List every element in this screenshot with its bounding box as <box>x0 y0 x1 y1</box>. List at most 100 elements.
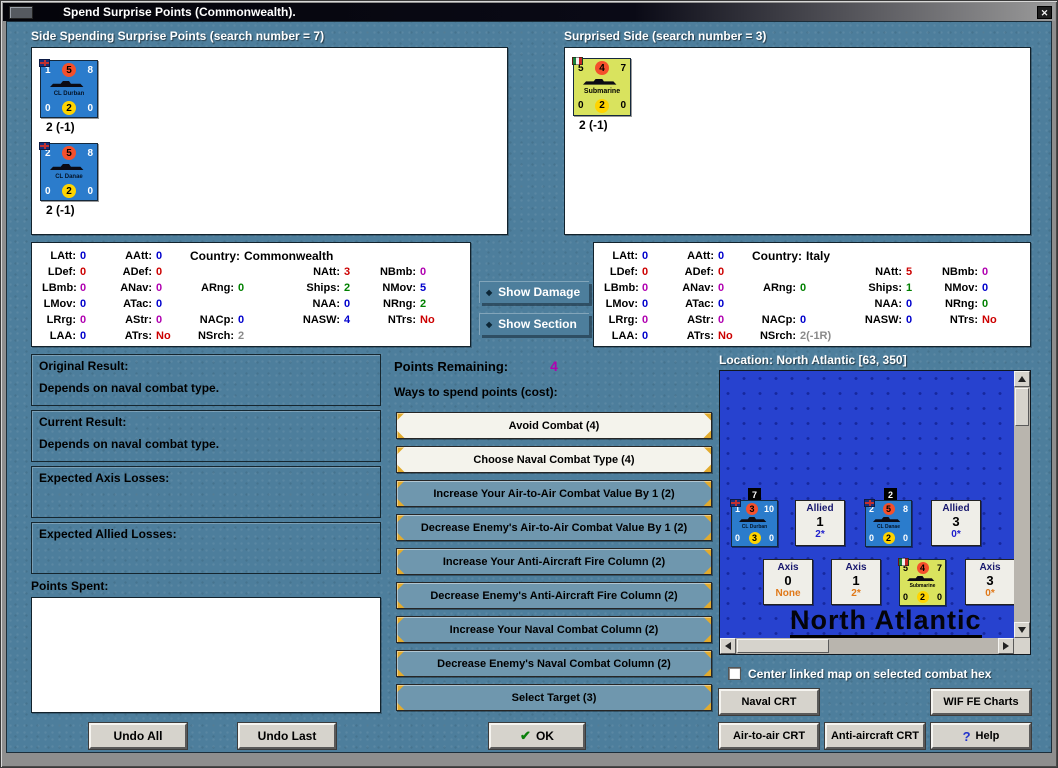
counter-bottom-values: 020 <box>869 532 908 544</box>
counter-bottom-values: 020 <box>903 591 942 603</box>
select-target-3-button[interactable]: Select Target (3) <box>396 684 712 711</box>
stat-nsrch: NSrch: 2 <box>197 330 245 342</box>
axis-1-combat-box: Axis 1 2* <box>831 559 881 605</box>
uk-flag-icon <box>39 59 50 67</box>
combat-box-value: 1 <box>816 514 824 529</box>
stat-lmov: LMov: 0 <box>605 298 649 310</box>
stat-ntrs: NTrs: No <box>949 314 997 326</box>
stat-nrng: NRng: 2 <box>383 298 427 310</box>
show-damage-toggle[interactable]: ◆ Show Damage <box>479 281 589 303</box>
stat-ntrs: NTrs: No <box>387 314 435 326</box>
undo-all-button[interactable]: Undo All <box>89 723 187 749</box>
unit-caption: 2 (-1) <box>46 203 75 217</box>
unit-counter-cl-danae[interactable]: 2 5 8 CL Danae 0 2 0 <box>39 142 98 201</box>
stat-country: Country: Commonwealth <box>190 249 334 263</box>
scroll-down-icon[interactable] <box>1014 622 1030 638</box>
location-label: Location: North Atlantic [63, 350] <box>719 353 907 367</box>
ship-silhouette-icon <box>873 517 901 522</box>
unit-name: Submarine <box>583 88 621 96</box>
decrease-enemy-s-anti-aircraft-fire-column-2-button[interactable]: Decrease Enemy's Anti-Aircraft Fire Colu… <box>396 582 712 609</box>
decrease-enemy-s-air-to-air-combat-value-by-1-2-button[interactable]: Decrease Enemy's Air-to-Air Combat Value… <box>396 514 712 541</box>
ship-silhouette-icon <box>50 81 84 87</box>
italy-flag-icon <box>898 558 909 566</box>
expected-allied-losses-title: Expected Allied Losses: <box>39 527 177 541</box>
show-section-toggle[interactable]: ◆ Show Section <box>479 313 589 335</box>
points-remaining: Points Remaining: 4 <box>394 358 558 374</box>
map-horizontal-scrollbar[interactable] <box>720 638 1014 654</box>
uk-flag-icon <box>39 142 50 150</box>
stat-nbmb: NBmb: 0 <box>941 266 989 278</box>
allied-3-combat-box: Allied 3 0* <box>931 500 981 546</box>
combat-box-sub: None <box>775 588 801 599</box>
stat-nmov: NMov: 5 <box>382 282 427 294</box>
ok-button[interactable]: ✔ OK <box>489 723 585 749</box>
increase-your-anti-aircraft-fire-column-2-button[interactable]: Increase Your Anti-Aircraft Fire Column … <box>396 548 712 575</box>
map-vertical-scrollbar[interactable] <box>1014 371 1030 638</box>
expected-allied-losses-box: Expected Allied Losses: <box>31 522 381 574</box>
current-result-title: Current Result: <box>39 415 127 429</box>
stat-ldef: LDef: 0 <box>47 266 87 278</box>
stat-lrrg: LRrg: 0 <box>46 314 87 326</box>
unit-counter-cl-durban[interactable]: 1 3 10 CL Durban 0 3 0 <box>730 499 778 547</box>
points-remaining-label: Points Remaining: <box>394 359 509 374</box>
toggle-diamond-icon: ◆ <box>486 287 493 297</box>
scroll-left-icon[interactable] <box>720 638 736 654</box>
axis-3-combat-box: Axis 3 0* <box>965 559 1014 605</box>
stat-arng: ARng: 0 <box>763 282 807 294</box>
increase-your-naval-combat-column-2-button[interactable]: Increase Your Naval Combat Column (2) <box>396 616 712 643</box>
map-view[interactable]: North Atlantic 7 2 Allied 1 2* Allied 3 0* Axis 0… <box>720 371 1014 638</box>
stat-naa: NAA: 0 <box>312 298 351 310</box>
surprised-units-list[interactable]: 5 4 7 Submarine 0 2 0 2 (-1) <box>564 47 1031 235</box>
counter-top-values: 547 <box>578 61 626 75</box>
counter-bottom-values: 020 <box>45 101 93 115</box>
italy-flag-icon <box>572 57 583 65</box>
show-section-toggle-label: Show Section <box>498 317 577 331</box>
avoid-combat-4-button[interactable]: Avoid Combat (4) <box>396 412 712 439</box>
ship-silhouette-icon <box>583 78 617 85</box>
spending-units-list[interactable]: 1 5 8 CL Durban 0 2 0 2 (-1) 2 5 8 CL Danae 0 2 0 2 (-1… <box>31 47 508 235</box>
ways-to-spend-label: Ways to spend points (cost): <box>394 385 558 399</box>
unit-name: CL Durban <box>53 91 85 97</box>
help-button[interactable]: ? Help <box>931 723 1031 749</box>
stat-adef: ADef: 0 <box>122 266 163 278</box>
current-result-box: Current Result: Depends on naval combat … <box>31 410 381 462</box>
wif-fe-charts-button[interactable]: WIF FE Charts <box>931 689 1031 715</box>
undo-last-button[interactable]: Undo Last <box>238 723 336 749</box>
expected-axis-losses-title: Expected Axis Losses: <box>39 471 170 485</box>
air-to-air-crt-button[interactable]: Air-to-air CRT <box>719 723 819 749</box>
expected-axis-losses-box: Expected Axis Losses: <box>31 466 381 518</box>
unit-name: CL Danae <box>55 174 83 180</box>
window-titlebar[interactable]: Spend Surprise Points (Commonwealth). ✕ <box>3 3 1055 21</box>
scroll-right-icon[interactable] <box>998 638 1014 654</box>
axis-0-combat-box: Axis 0 None <box>763 559 813 605</box>
unit-counter-cl-durban[interactable]: 1 5 8 CL Durban 0 2 0 <box>39 59 98 118</box>
current-result-text: Depends on naval combat type. <box>39 437 220 451</box>
stat-nasw: NASW: 4 <box>302 314 351 326</box>
stat-ships: Ships: 1 <box>868 282 913 294</box>
unit-caption: 2 (-1) <box>579 118 608 132</box>
ok-button-label: OK <box>535 729 554 743</box>
increase-your-air-to-air-combat-value-by-1-2-button[interactable]: Increase Your Air-to-Air Combat Value By… <box>396 480 712 507</box>
center-map-checkbox[interactable] <box>728 667 741 680</box>
combat-box-sub: 2* <box>851 588 861 599</box>
unit-counter-submarine[interactable]: 5 4 7 Submarine 0 2 0 <box>572 57 631 116</box>
vertical-scroll-thumb[interactable] <box>1015 388 1029 426</box>
unit-counter-submarine[interactable]: 5 4 7 Submarine 0 2 0 <box>898 558 946 606</box>
stat-astr: AStr: 0 <box>125 314 163 326</box>
decrease-enemy-s-naval-combat-column-2-button[interactable]: Decrease Enemy's Naval Combat Column (2) <box>396 650 712 677</box>
stat-atrs: ATrs: No <box>686 330 733 342</box>
anti-aircraft-crt-button[interactable]: Anti-aircraft CRT <box>825 723 925 749</box>
map-frame: North Atlantic 7 2 Allied 1 2* Allied 3 0* Axis 0… <box>719 370 1031 655</box>
close-icon[interactable]: ✕ <box>1037 5 1052 19</box>
scroll-up-icon[interactable] <box>1014 371 1030 387</box>
unit-counter-cl-danae[interactable]: 2 5 8 CL Danae 0 2 0 <box>864 499 912 547</box>
naval-crt-button[interactable]: Naval CRT <box>719 689 819 715</box>
stat-ships: Ships: 2 <box>306 282 351 294</box>
points-remaining-value: 4 <box>550 358 558 374</box>
original-result-text: Depends on naval combat type. <box>39 381 220 395</box>
choose-naval-combat-type-4-button[interactable]: Choose Naval Combat Type (4) <box>396 446 712 473</box>
points-spent-list[interactable] <box>31 597 381 713</box>
stat-natt: NAtt: 5 <box>875 266 913 278</box>
uk-flag-icon <box>864 499 875 507</box>
horizontal-scroll-thumb[interactable] <box>737 639 829 653</box>
